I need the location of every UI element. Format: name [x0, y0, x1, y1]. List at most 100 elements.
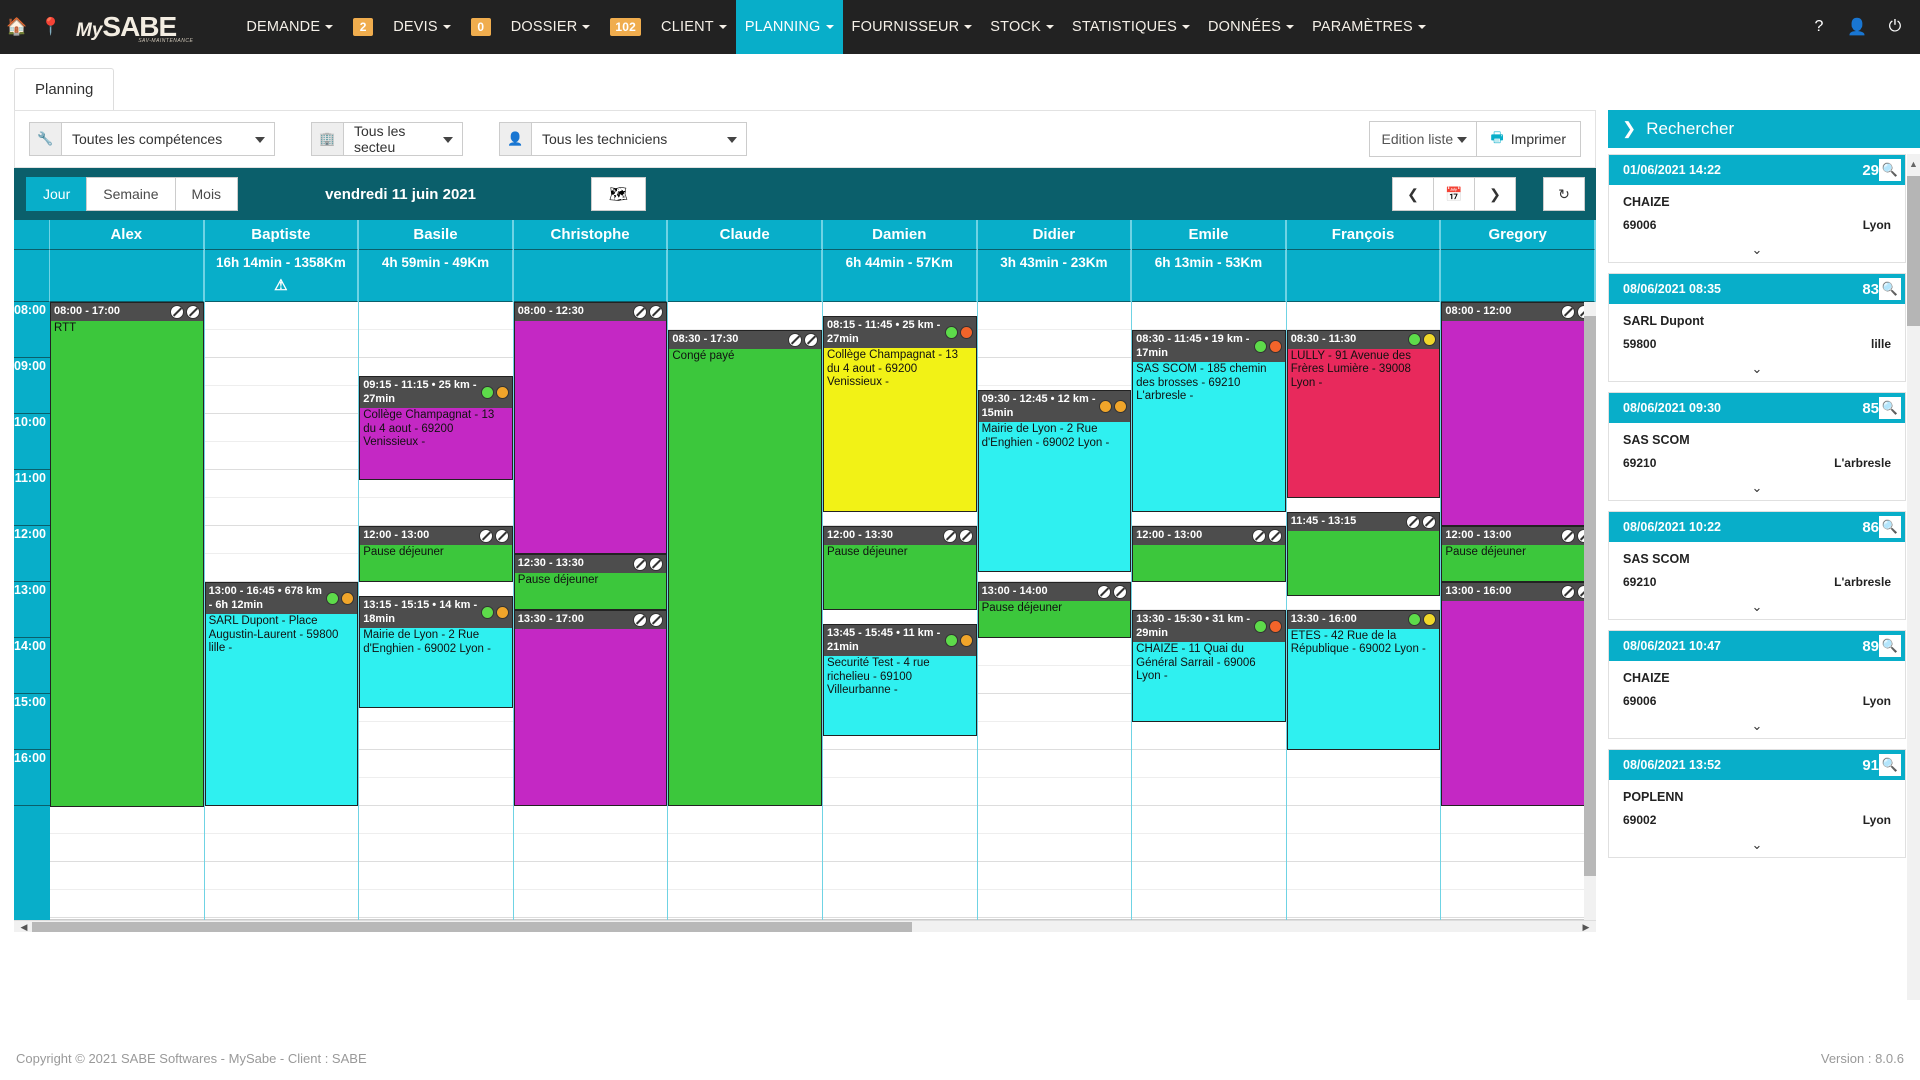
half-hour-slot[interactable]	[1132, 750, 1286, 778]
half-hour-slot[interactable]	[204, 470, 359, 498]
technician-day-grid[interactable]: 08:00 - 12:00 12:00 - 13:00 Pause déjeuner…	[1441, 302, 1595, 920]
half-hour-slot[interactable]	[513, 862, 668, 890]
nav-item-donnees[interactable]: DONNÉES	[1199, 0, 1303, 54]
technician-name[interactable]: Basile	[359, 220, 513, 250]
prev-day-button[interactable]: ❮	[1392, 177, 1434, 211]
calendar-event[interactable]: 08:30 - 17:30 Congé payé	[668, 330, 822, 806]
search-icon[interactable]: 🔍	[1879, 397, 1901, 419]
hour-slot[interactable]	[1441, 862, 1595, 918]
search-icon[interactable]: 🔍	[1879, 516, 1901, 538]
half-hour-slot[interactable]	[822, 862, 977, 890]
search-panel-header[interactable]: ❯ Rechercher	[1608, 110, 1920, 148]
half-hour-slot[interactable]	[1286, 750, 1441, 778]
technician-name[interactable]: Didier	[977, 220, 1132, 250]
chevron-down-icon[interactable]: ⌄	[1609, 474, 1905, 500]
hour-slot[interactable]	[1132, 806, 1286, 862]
half-hour-slot[interactable]	[1286, 862, 1441, 890]
brand-logo[interactable]: My SABE SAV-MAINTENANCE	[68, 11, 237, 44]
chevron-down-icon[interactable]: ⌄	[1609, 236, 1905, 262]
calendar-vertical-scrollbar[interactable]	[1584, 302, 1596, 920]
technician-name[interactable]: Damien	[822, 220, 977, 250]
calendar-event[interactable]: 13:45 - 15:45 • 11 km - 21min Securité Te…	[822, 624, 977, 736]
half-hour-slot[interactable]	[204, 414, 359, 442]
technician-name[interactable]: Christophe	[513, 220, 668, 250]
search-result-card[interactable]: 01/06/2021 14:22 29 🔍 CHAIZE 69006 Lyon ⌄	[1608, 154, 1906, 263]
calendar-vertical-scroll-thumb[interactable]	[1584, 316, 1596, 876]
nav-item-devis[interactable]: DEVIS	[384, 0, 460, 54]
view-semaine-button[interactable]: Semaine	[86, 177, 176, 211]
search-panel-scroll-thumb[interactable]	[1907, 176, 1920, 326]
half-hour-slot[interactable]	[204, 806, 359, 834]
technician-day-grid[interactable]: 13:00 - 16:45 • 678 km - 6h 12min SARL Du…	[204, 302, 359, 920]
search-icon[interactable]: 🔍	[1879, 635, 1901, 657]
hour-slot[interactable]	[822, 806, 977, 862]
technician-name[interactable]: Emile	[1132, 220, 1286, 250]
technician-day-grid[interactable]: 08:30 - 17:30 Congé payé	[668, 302, 822, 920]
calendar-event[interactable]: 12:00 - 13:30 Pause déjeuner	[822, 526, 977, 610]
calendar-event[interactable]: 11:45 - 13:15	[1286, 512, 1441, 596]
hour-slot[interactable]	[977, 694, 1132, 750]
hour-slot[interactable]	[977, 302, 1132, 358]
hour-slot[interactable]	[513, 862, 668, 918]
half-hour-slot[interactable]	[977, 302, 1132, 330]
half-hour-slot[interactable]	[204, 302, 359, 330]
half-hour-slot[interactable]	[822, 806, 977, 834]
date-picker-button[interactable]: 📅	[1433, 177, 1475, 211]
help-icon[interactable]: ?	[1800, 0, 1838, 54]
technician-name[interactable]: Alex	[50, 220, 204, 250]
half-hour-slot[interactable]	[204, 862, 359, 890]
technician-day-grid[interactable]: 08:00 - 17:00 RTT	[50, 302, 204, 920]
calendar-event[interactable]: 09:30 - 12:45 • 12 km - 15min Mairie de L…	[977, 390, 1132, 572]
technician-name[interactable]: Claude	[668, 220, 822, 250]
technician-day-grid[interactable]: 08:15 - 11:45 • 25 km - 27min Collège Cha…	[822, 302, 977, 920]
nav-item-demande[interactable]: DEMANDE	[237, 0, 342, 54]
half-hour-slot[interactable]	[668, 862, 822, 890]
calendar-event[interactable]: 08:15 - 11:45 • 25 km - 27min Collège Cha…	[822, 316, 977, 512]
hour-slot[interactable]	[977, 862, 1132, 918]
calendar-event[interactable]: 13:30 - 15:30 • 31 km - 29min CHAIZE - 11…	[1132, 610, 1286, 722]
chevron-down-icon[interactable]: ⌄	[1609, 593, 1905, 619]
half-hour-slot[interactable]	[204, 526, 359, 554]
technician-name[interactable]: François	[1286, 220, 1441, 250]
edition-select[interactable]: Edition liste	[1368, 121, 1477, 157]
hour-slot[interactable]	[204, 358, 359, 414]
half-hour-slot[interactable]	[359, 302, 513, 330]
nav-item-dossier[interactable]: DOSSIER	[502, 0, 600, 54]
search-panel-scrollbar[interactable]: ▲	[1907, 154, 1920, 1000]
hour-slot[interactable]	[204, 526, 359, 582]
half-hour-slot[interactable]	[977, 694, 1132, 722]
hour-slot[interactable]	[1286, 750, 1441, 806]
calendar-event[interactable]: 13:00 - 16:00	[1441, 582, 1595, 806]
half-hour-slot[interactable]	[359, 750, 513, 778]
print-button[interactable]: 🖶 Imprimer	[1476, 121, 1581, 157]
hour-slot[interactable]	[1132, 862, 1286, 918]
next-day-button[interactable]: ❯	[1474, 177, 1516, 211]
half-hour-slot[interactable]	[1441, 806, 1595, 834]
technician-name[interactable]: Gregory	[1441, 220, 1595, 250]
half-hour-slot[interactable]	[1132, 582, 1286, 610]
search-icon[interactable]: 🔍	[1879, 159, 1901, 181]
technician-day-grid[interactable]: 08:30 - 11:30 LULLY - 91 Avenue des Frère…	[1286, 302, 1441, 920]
half-hour-slot[interactable]	[1286, 302, 1441, 330]
calendar-event[interactable]: 12:00 - 13:00	[1132, 526, 1286, 582]
hour-slot[interactable]	[1286, 862, 1441, 918]
calendar-event[interactable]: 08:30 - 11:30 LULLY - 91 Avenue des Frère…	[1286, 330, 1441, 498]
view-jour-button[interactable]: Jour	[26, 177, 88, 211]
user-icon[interactable]: 👤	[1838, 0, 1876, 54]
nav-item-client[interactable]: CLIENT	[652, 0, 736, 54]
hour-slot[interactable]	[359, 750, 513, 806]
search-icon[interactable]: 🔍	[1879, 754, 1901, 776]
half-hour-slot[interactable]	[1132, 302, 1286, 330]
calendar-event[interactable]: 12:30 - 13:30 Pause déjeuner	[513, 554, 668, 610]
home-icon[interactable]: 🏠	[0, 0, 34, 54]
half-hour-slot[interactable]	[668, 302, 822, 330]
half-hour-slot[interactable]	[977, 862, 1132, 890]
hour-slot[interactable]	[977, 806, 1132, 862]
hour-slot[interactable]	[359, 806, 513, 862]
map-pin-icon[interactable]: 📍	[34, 0, 68, 54]
half-hour-slot[interactable]	[977, 358, 1132, 386]
search-result-card[interactable]: 08/06/2021 13:52 91 🔍 POPLENN 69002 Lyon ⌄	[1608, 749, 1906, 858]
hour-slot[interactable]	[204, 862, 359, 918]
nav-item-parametres[interactable]: PARAMÈTRES	[1303, 0, 1435, 54]
calendar-event[interactable]: 08:00 - 17:00 RTT	[50, 302, 204, 807]
